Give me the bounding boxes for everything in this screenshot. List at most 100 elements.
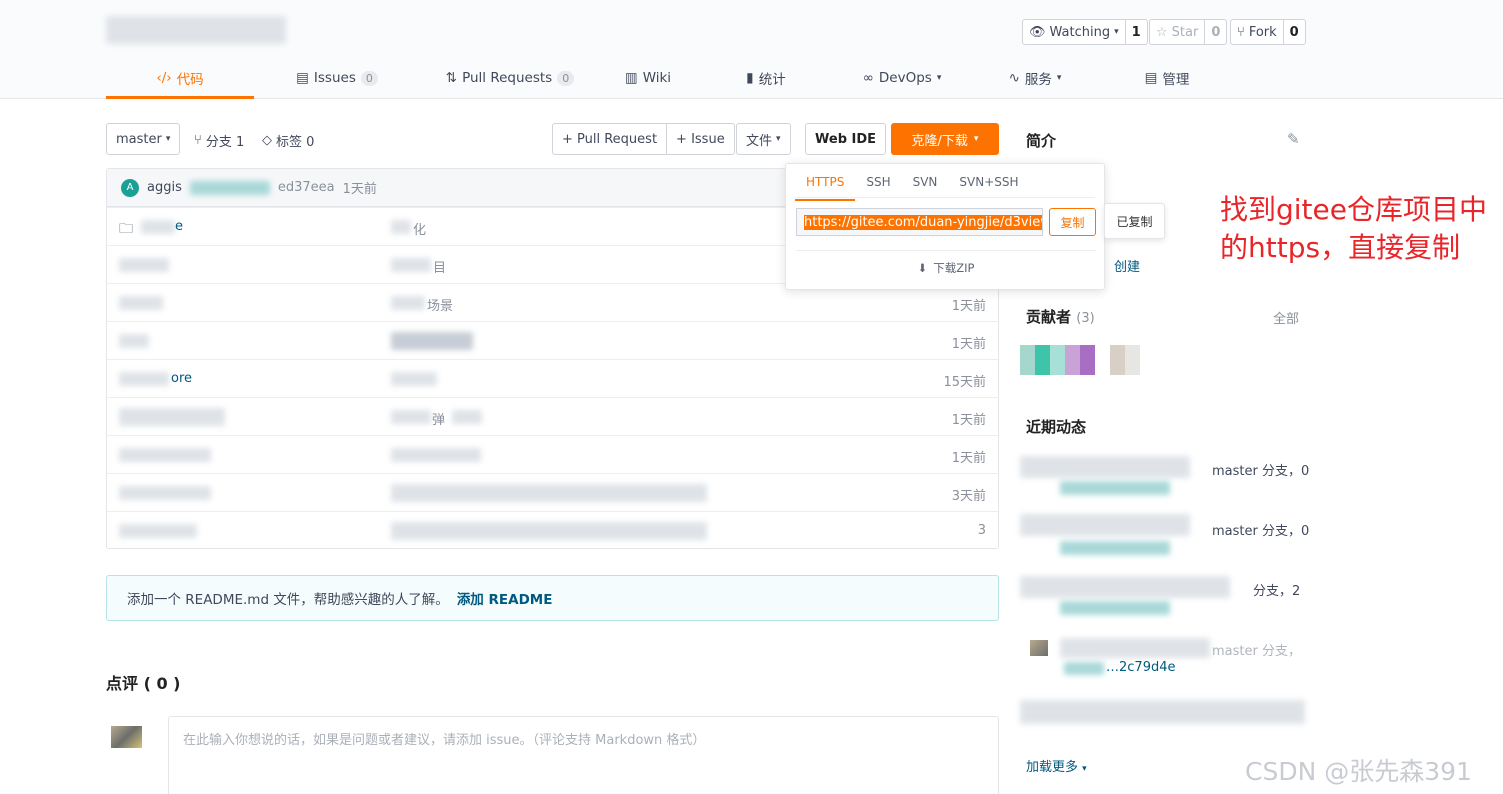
- file-menu-button[interactable]: 文件 ▾: [736, 123, 791, 155]
- contributors-title: 贡献者 (3): [1026, 308, 1095, 326]
- copy-button[interactable]: 复制: [1049, 208, 1096, 236]
- settings-doc-icon: ▤: [1144, 70, 1158, 86]
- repo-tabs: ‹/› 代码 ▤ Issues 0 ⇅ Pull Requests 0 ▥ Wiki ▮ 统计…: [106, 58, 1306, 99]
- tab-manage[interactable]: ▤ 管理: [1102, 58, 1232, 98]
- file-time: 1天前: [951, 299, 986, 314]
- create-link[interactable]: 创建: [1114, 256, 1140, 275]
- bar-chart-icon: ▮: [746, 70, 754, 86]
- tab-stats[interactable]: ▮ 统计: [696, 58, 836, 98]
- new-issue-button[interactable]: + Issue: [666, 124, 734, 154]
- table-row[interactable]: ore 15天前: [107, 359, 998, 397]
- tab-svn-ssh[interactable]: SVN+SSH: [948, 170, 1029, 197]
- branch-icon: ⑂: [194, 133, 202, 148]
- chevron-down-icon: ▾: [1056, 73, 1062, 83]
- web-ide-button[interactable]: Web IDE: [805, 123, 887, 155]
- star-count[interactable]: 0: [1204, 20, 1226, 44]
- avatar[interactable]: [1110, 345, 1125, 375]
- table-row[interactable]: 3: [107, 511, 998, 549]
- activity-item: …2c79d4e: [1106, 660, 1176, 675]
- fork-count[interactable]: 0: [1282, 20, 1305, 44]
- file-name-blurred: [119, 334, 149, 348]
- file-time: 3天前: [951, 489, 986, 504]
- tab-pull-requests[interactable]: ⇅ Pull Requests 0: [420, 58, 600, 98]
- file-name-blurred: [119, 448, 211, 462]
- comment-input[interactable]: 在此输入你想说的话，如果是问题或者建议，请添加 issue。（评论支持 Mark…: [168, 716, 999, 794]
- file-name-blurred: [119, 296, 163, 310]
- clone-download-button[interactable]: 克隆/下载 ▾: [891, 123, 999, 155]
- commit-hash[interactable]: ed37eea: [278, 180, 335, 195]
- activity-blurred: [1060, 638, 1210, 658]
- file-name[interactable]: ore: [171, 371, 192, 386]
- activity-blurred: [1020, 576, 1230, 598]
- book-icon: ▥: [624, 70, 638, 86]
- file-name-blurred: [119, 258, 169, 272]
- tab-issues[interactable]: ▤ Issues 0: [254, 58, 420, 98]
- activity-blurred: [1020, 700, 1305, 724]
- avatar[interactable]: [1080, 345, 1095, 375]
- tab-wiki[interactable]: ▥ Wiki: [600, 58, 696, 98]
- tab-svn[interactable]: SVN: [902, 170, 949, 197]
- tab-devops[interactable]: ∞ DevOps ▾: [836, 58, 968, 98]
- chevron-down-icon: ▾: [1114, 27, 1119, 37]
- tags-link[interactable]: ◇ 标签 0: [262, 131, 314, 150]
- fork-button[interactable]: ⑂ Fork 0: [1230, 19, 1306, 45]
- branch-select[interactable]: master ▾: [106, 123, 181, 155]
- tab-https[interactable]: HTTPS: [795, 170, 856, 201]
- copied-tooltip: 已复制: [1104, 203, 1165, 239]
- commit-author[interactable]: aggis: [147, 180, 182, 195]
- message-blurred: [391, 448, 481, 462]
- download-icon: ⬇: [917, 260, 928, 275]
- repo-name-blurred: [106, 16, 286, 44]
- clone-url-field[interactable]: https://gitee.com/duan-yingjie/d3view: [796, 208, 1043, 236]
- eye-icon: 👁: [1029, 24, 1046, 40]
- file-name[interactable]: e: [175, 219, 183, 234]
- message-blurred: [391, 522, 707, 540]
- table-row[interactable]: 弹 1天前: [107, 397, 998, 435]
- file-message: 弹: [432, 413, 446, 428]
- watch-button[interactable]: 👁 Watching ▾ 1: [1022, 19, 1148, 45]
- table-row[interactable]: 1天前: [107, 321, 998, 359]
- activity-blurred: [1060, 601, 1170, 615]
- message-blurred: [391, 220, 411, 234]
- edit-icon[interactable]: ✎: [1287, 130, 1300, 148]
- avatar[interactable]: [1065, 345, 1080, 375]
- issues-icon: ▤: [296, 70, 309, 86]
- commit-message-blurred: [189, 180, 270, 195]
- download-zip-link[interactable]: ⬇ 下载ZIP: [796, 250, 1096, 278]
- watch-count[interactable]: 1: [1124, 20, 1147, 44]
- file-message: 化: [413, 223, 427, 238]
- avatar[interactable]: A: [121, 178, 139, 197]
- watermark: CSDN @张先森391: [1245, 757, 1472, 786]
- tab-ssh[interactable]: SSH: [855, 170, 901, 197]
- comments-title: 点评 ( 0 ): [106, 674, 181, 693]
- star-button[interactable]: ☆ Star 0: [1149, 19, 1228, 45]
- annotation-text: 找到gitee仓库项目中 的https，直接复制: [1220, 193, 1487, 264]
- all-contributors-link[interactable]: 全部: [1273, 308, 1299, 327]
- readme-alert: 添加一个 README.md 文件，帮助感兴趣的人了解。 添加 README: [106, 575, 999, 621]
- fork-icon: ⑂: [1237, 24, 1245, 40]
- avatar[interactable]: [1125, 345, 1140, 375]
- avatar[interactable]: [1050, 345, 1065, 375]
- tab-code[interactable]: ‹/› 代码: [106, 58, 254, 99]
- activity-blurred: [1060, 541, 1170, 555]
- avatar[interactable]: [1030, 640, 1048, 656]
- file-name-blurred: [119, 408, 225, 426]
- activity-title: 近期动态: [1026, 418, 1087, 436]
- avatar[interactable]: [1020, 345, 1035, 375]
- avatar[interactable]: [1035, 345, 1050, 375]
- tab-services[interactable]: ∿ 服务 ▾: [968, 58, 1102, 98]
- branches-link[interactable]: ⑂ 分支 1: [194, 131, 244, 150]
- message-blurred: [391, 296, 425, 310]
- message-blurred: [452, 410, 482, 424]
- message-blurred: [391, 258, 431, 272]
- table-row[interactable]: 1天前: [107, 435, 998, 473]
- infinity-icon: ∞: [862, 70, 874, 86]
- message-blurred: [391, 410, 431, 424]
- table-row[interactable]: 3天前: [107, 473, 998, 511]
- message-blurred: [391, 332, 473, 350]
- intro-title: 简介: [1026, 132, 1057, 150]
- add-readme-link[interactable]: 添加 README: [457, 588, 553, 608]
- new-pull-request-button[interactable]: + Pull Request: [553, 124, 666, 154]
- load-more-link[interactable]: 加载更多 ▾: [1026, 756, 1087, 775]
- activity-blurred: [1064, 662, 1104, 675]
